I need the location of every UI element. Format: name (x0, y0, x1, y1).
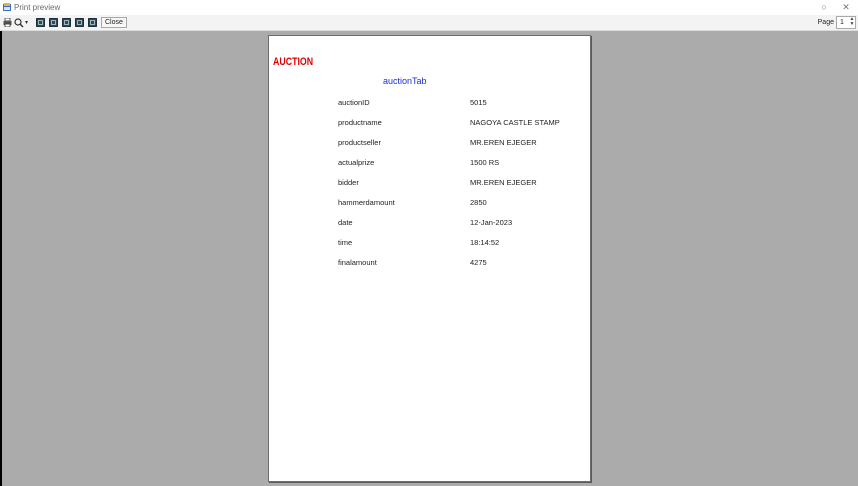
app-icon (3, 3, 11, 11)
toolbar: ▾ Close Page 1 ▲ ▼ (0, 15, 858, 31)
printer-icon (3, 18, 12, 27)
restore-icon[interactable]: ○ (814, 1, 834, 14)
field-row: productname NAGOYA CASTLE STAMP (338, 118, 578, 130)
three-pages-icon (62, 18, 71, 27)
zoom-dropdown-chevron-icon[interactable]: ▾ (25, 17, 28, 28)
field-row: actualprize 1500 RS (338, 158, 578, 170)
field-label: finalamount (338, 258, 377, 267)
field-value: 18:14:52 (470, 238, 500, 247)
field-label: date (338, 218, 353, 227)
close-button[interactable]: Close (101, 17, 127, 28)
field-value: 2850 (470, 198, 487, 207)
field-row: date 12-Jan-2023 (338, 218, 578, 230)
report-title: AUCTION (273, 56, 314, 68)
table-title: auctionTab (383, 76, 427, 86)
one-page-button[interactable] (36, 17, 45, 28)
three-pages-button[interactable] (62, 17, 71, 28)
four-pages-icon (75, 18, 84, 27)
field-row: finalamount 4275 (338, 258, 578, 270)
four-pages-button[interactable] (75, 17, 84, 28)
field-label: bidder (338, 178, 359, 187)
field-value: MR.EREN EJEGER (470, 178, 537, 187)
window-left-edge (0, 31, 2, 486)
magnifier-icon (14, 17, 24, 28)
two-pages-button[interactable] (49, 17, 58, 28)
page-spinner-icon[interactable]: ▲ ▼ (849, 17, 855, 28)
field-row: bidder MR.EREN EJEGER (338, 178, 578, 190)
field-value: 5015 (470, 98, 487, 107)
field-value: 1500 RS (470, 158, 500, 167)
page-label: Page (817, 19, 834, 26)
field-row: hammerdamount 2850 (338, 198, 578, 210)
print-button[interactable] (3, 17, 12, 28)
field-value: MR.EREN EJEGER (470, 138, 537, 147)
field-label: auctionID (338, 98, 370, 107)
field-label: productname (338, 118, 382, 127)
print-preview-window: Print preview ○ ✕ ▾ Close Page 1 ▲ ▼ AUC… (0, 0, 858, 486)
field-value: 4275 (470, 258, 487, 267)
page-number-input[interactable]: 1 ▲ ▼ (836, 16, 856, 29)
one-page-icon (36, 18, 45, 27)
page-number-value: 1 (840, 19, 844, 26)
field-label: productseller (338, 138, 381, 147)
six-pages-button[interactable] (88, 17, 97, 28)
window-title: Print preview (14, 3, 61, 12)
field-row: productseller MR.EREN EJEGER (338, 138, 578, 150)
two-pages-icon (49, 18, 58, 27)
preview-page: AUCTION auctionTab auctionID 5015 produc… (268, 35, 591, 482)
field-value: 12-Jan-2023 (470, 218, 513, 227)
field-row: time 18:14:52 (338, 238, 578, 250)
title-bar: Print preview ○ ✕ (0, 0, 858, 15)
field-label: hammerdamount (338, 198, 395, 207)
field-row: auctionID 5015 (338, 98, 578, 110)
zoom-button[interactable] (14, 17, 24, 28)
field-value: NAGOYA CASTLE STAMP (470, 118, 560, 127)
close-window-icon[interactable]: ✕ (836, 1, 856, 14)
six-pages-icon (88, 18, 97, 27)
field-label: time (338, 238, 353, 247)
field-label: actualprize (338, 158, 375, 167)
